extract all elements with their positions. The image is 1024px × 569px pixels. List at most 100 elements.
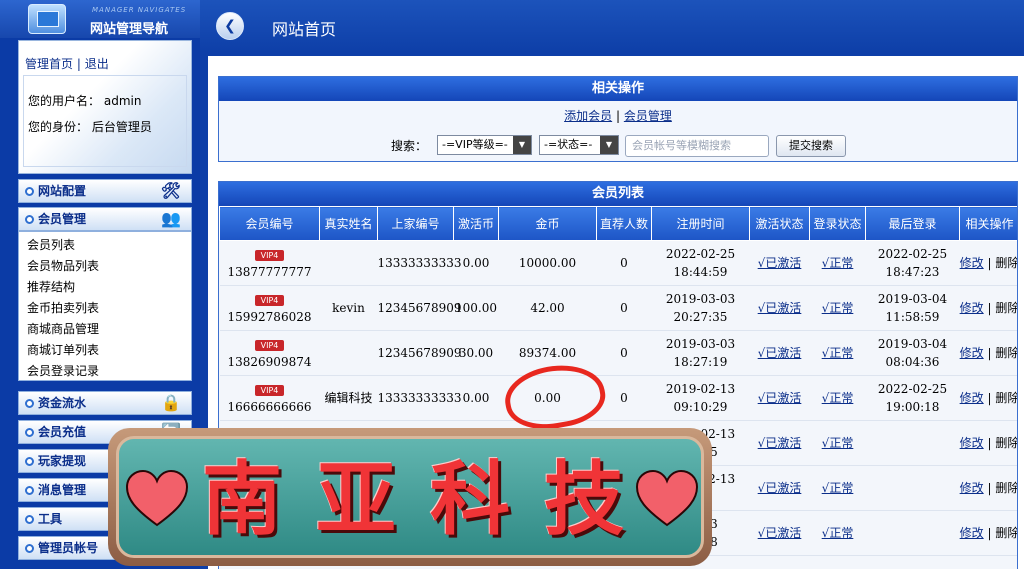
delete-link[interactable]: 删除: [995, 346, 1017, 360]
submenu-mall-orders[interactable]: 商城订单列表: [27, 341, 99, 358]
login-status-cell: √正常: [809, 285, 866, 331]
edit-link[interactable]: 修改: [960, 256, 984, 270]
last-login-cell: [865, 465, 960, 511]
submenu-member-list[interactable]: 会员列表: [27, 236, 75, 253]
register-date: 2019-02-13: [665, 382, 736, 396]
member-submenu: 会员列表 会员物品列表 推荐结构 金币拍卖列表 商城商品管理 商城订单列表 会员…: [18, 231, 192, 381]
activation-status-link[interactable]: √已激活: [758, 391, 802, 405]
bullet-icon: [25, 428, 34, 437]
delete-link[interactable]: 删除: [995, 391, 1017, 405]
logo: MANAGER NAVIGATES 网站管理导航: [0, 0, 200, 38]
last-login-date: 2019-03-04: [877, 337, 948, 351]
submenu-referral-structure[interactable]: 推荐结构: [27, 278, 75, 295]
edit-link[interactable]: 修改: [960, 346, 984, 360]
vip-badge: VIP4: [254, 250, 285, 261]
column-header: 金币: [498, 206, 597, 241]
parent-id-cell: 13333333333: [377, 240, 461, 286]
submit-search-button[interactable]: 提交搜索: [776, 135, 846, 157]
edit-link[interactable]: 修改: [960, 436, 984, 450]
last-login-date: 2019-03-04: [877, 292, 948, 306]
login-status-link[interactable]: √正常: [822, 301, 854, 315]
parent-id-cell: 13333333333: [377, 375, 461, 421]
activation-status-cell: √已激活: [749, 375, 810, 421]
vip-level-select[interactable]: -=VIP等级=- ▼: [437, 135, 532, 155]
submenu-mall-products[interactable]: 商城商品管理: [27, 320, 99, 337]
last-login-clock: 18:47:23: [885, 265, 940, 279]
watermark-text: 南亚科技: [202, 452, 658, 546]
tools-icon: 🛠: [160, 181, 181, 200]
home-link[interactable]: 管理首页: [25, 57, 73, 71]
activation-status-link[interactable]: √已激活: [758, 436, 802, 450]
vip-badge: VIP4: [254, 385, 285, 396]
edit-link[interactable]: 修改: [960, 481, 984, 495]
register-clock: 09:10:29: [673, 400, 728, 414]
delete-link[interactable]: 删除: [995, 301, 1017, 315]
member-id: 15992786028: [227, 310, 312, 324]
submenu-member-items[interactable]: 会员物品列表: [27, 257, 99, 274]
register-time-cell: 2019-02-13 09:10:29: [651, 375, 750, 421]
register-date: 2022-02-25: [665, 247, 736, 261]
edit-link[interactable]: 修改: [960, 526, 984, 540]
menu-label: 资金流水: [38, 396, 87, 410]
bullet-icon: [25, 215, 34, 224]
activation-status-link[interactable]: √已激活: [758, 526, 802, 540]
watermark-banner: 南亚科技: [108, 428, 712, 566]
register-clock: 18:27:19: [673, 355, 728, 369]
username-row: 您的用户名： admin: [28, 92, 141, 109]
last-login-cell: [865, 420, 960, 466]
login-status-link[interactable]: √正常: [822, 436, 854, 450]
activation-status-link[interactable]: √已激活: [758, 256, 802, 270]
edit-link[interactable]: 修改: [960, 391, 984, 405]
delete-link[interactable]: 删除: [995, 436, 1017, 450]
table-header-row: 会员编号 真实姓名 上家编号 激活币 金币 直荐人数 注册时间 激活状态 登录状态 最后登录 相关操…: [219, 206, 1017, 241]
real-name-cell: [319, 240, 378, 286]
activation-status-cell: √已激活: [749, 465, 810, 511]
heart-icon: [635, 469, 699, 529]
menu-member-manage[interactable]: 会员管理 👥: [18, 207, 192, 231]
gold-cell: 10000.00: [498, 240, 597, 286]
menu-site-config[interactable]: 网站配置 🛠: [18, 179, 192, 203]
login-status-link[interactable]: √正常: [822, 391, 854, 405]
activation-status-link[interactable]: √已激活: [758, 481, 802, 495]
activation-status-link[interactable]: √已激活: [758, 301, 802, 315]
column-header: 会员编号: [219, 206, 320, 241]
delete-link[interactable]: 删除: [995, 481, 1017, 495]
login-status-link[interactable]: √正常: [822, 526, 854, 540]
login-status-link[interactable]: √正常: [822, 481, 854, 495]
table-row: VIP4 15992786028 kevin 12345678909 100.00 42.…: [219, 285, 1017, 331]
login-status-link[interactable]: √正常: [822, 256, 854, 270]
menu-fund-flow[interactable]: 资金流水 🔒: [18, 391, 192, 415]
last-login-cell: [865, 510, 960, 556]
real-name-cell: [319, 330, 378, 376]
login-status-cell: √正常: [809, 510, 866, 556]
activation-status-link[interactable]: √已激活: [758, 346, 802, 360]
submenu-gold-auction[interactable]: 金币拍卖列表: [27, 299, 99, 316]
actions-cell: 修改 | 删除: [959, 285, 1017, 331]
bullet-icon: [25, 457, 34, 466]
edit-link[interactable]: 修改: [960, 301, 984, 315]
actions-cell: 修改 | 删除: [959, 465, 1017, 511]
back-icon[interactable]: ❮: [216, 12, 244, 40]
status-select[interactable]: -=状态=- ▼: [539, 135, 619, 155]
login-status-link[interactable]: √正常: [822, 346, 854, 360]
delete-link[interactable]: 删除: [995, 526, 1017, 540]
referrals-cell: 0: [596, 330, 652, 376]
logout-link[interactable]: 退出: [85, 57, 109, 71]
vip-level-value: -=VIP等级=-: [442, 138, 508, 151]
search-input[interactable]: 会员帐号等模糊搜索: [625, 135, 769, 157]
add-member-link[interactable]: 添加会员: [564, 109, 612, 123]
table-row: VIP4 13826909874 12345678909 30.00 89374.00 0…: [219, 330, 1017, 376]
actions-cell: 修改 | 删除: [959, 420, 1017, 466]
actions-cell: 修改 | 删除: [959, 240, 1017, 286]
member-manage-link[interactable]: 会员管理: [624, 109, 672, 123]
column-header: 直荐人数: [596, 206, 652, 241]
lock-icon: 🔒: [161, 393, 181, 412]
members-panel-title: 会员列表: [219, 182, 1017, 206]
delete-link[interactable]: 删除: [995, 256, 1017, 270]
register-date: 2019-03-03: [665, 292, 736, 306]
link-separator: |: [615, 109, 621, 123]
last-login-date: 2022-02-25: [877, 382, 948, 396]
submenu-login-records[interactable]: 会员登录记录: [27, 362, 99, 379]
login-status-cell: √正常: [809, 240, 866, 286]
last-login-clock: 19:00:18: [885, 400, 940, 414]
